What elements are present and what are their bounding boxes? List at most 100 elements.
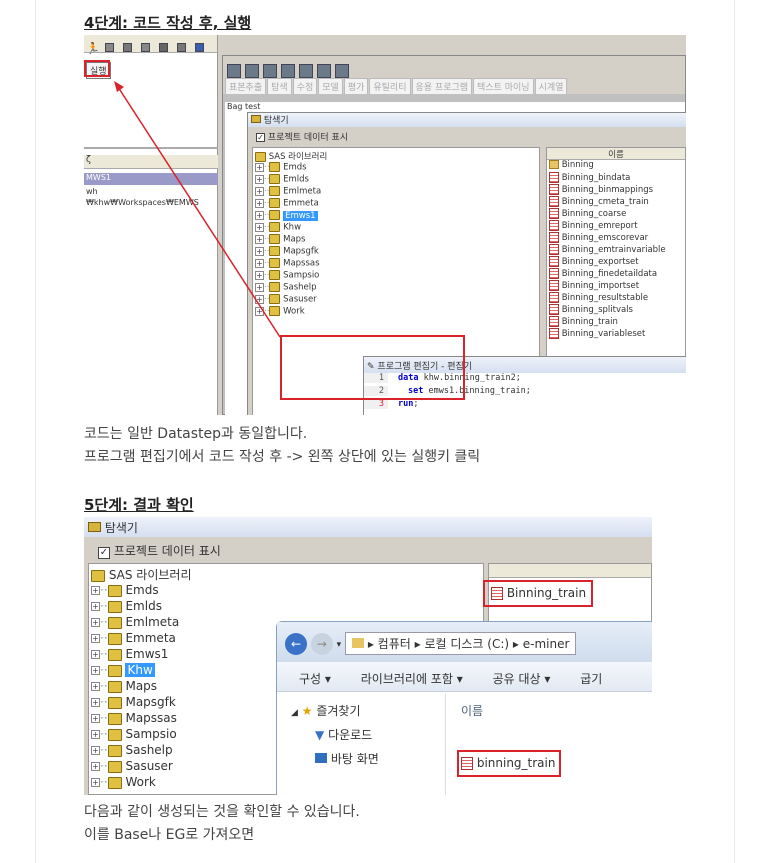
expand-icon[interactable]: + <box>91 634 100 643</box>
expand-icon[interactable]: + <box>91 746 100 755</box>
nav-favorites[interactable]: ◢ ★ 즐겨찾기 <box>291 702 423 719</box>
address-bar-row: ← → ▾ ▸ 컴퓨터 ▸ 로컬 디스크 (C:) ▸ e-miner <box>277 622 652 662</box>
file-explorer-window: ← → ▾ ▸ 컴퓨터 ▸ 로컬 디스크 (C:) ▸ e-miner 구성 ▾… <box>276 621 652 795</box>
tree-line: ·· <box>100 615 108 629</box>
forward-icon[interactable]: → <box>310 632 333 655</box>
library-icon <box>107 664 122 677</box>
step4-screenshot: 🏃 실행 ζ MWS1 wh ₩khw₩Workspaces₩EMWS 표본추출… <box>84 35 686 415</box>
explorer-icon <box>88 522 101 532</box>
tree-line: ·· <box>100 647 108 661</box>
library-icon <box>107 744 122 757</box>
expand-icon[interactable]: + <box>91 650 100 659</box>
expand-icon[interactable]: + <box>91 730 100 739</box>
library-label: Mapssas <box>125 711 177 725</box>
explorer-toolbar: 구성 ▾ 라이브러리에 포함 ▾ 공유 대상 ▾ 굽기 <box>277 662 652 692</box>
library-label: Maps <box>125 679 158 693</box>
pane-divider <box>445 694 446 795</box>
folder-icon <box>352 638 365 648</box>
name-column-header[interactable] <box>489 564 651 578</box>
nav-downloads[interactable]: ▼ 다운로드 <box>291 726 423 743</box>
text2-line1: 다음과 같이 생성되는 것을 확인할 수 있습니다. <box>84 804 360 820</box>
history-dropdown-icon[interactable]: ▾ <box>337 640 342 650</box>
explorer-title: 탐색기 <box>104 521 138 535</box>
expand-icon[interactable]: + <box>91 602 100 611</box>
library-icon <box>107 632 122 645</box>
burn-button[interactable]: 굽기 <box>580 672 602 686</box>
arrow-line <box>117 86 281 338</box>
library-icon <box>107 696 122 709</box>
expand-icon[interactable]: + <box>91 666 100 675</box>
library-label: Sampsio <box>125 727 177 741</box>
arrow-annotation <box>114 81 281 338</box>
tree-line: ·· <box>100 631 108 645</box>
expand-icon[interactable]: + <box>91 698 100 707</box>
result-highlight-box <box>483 580 593 607</box>
text1-line1: 코드는 일반 Datastep과 동일합니다. <box>84 426 308 442</box>
breadcrumb-folder[interactable]: e-miner <box>523 637 570 651</box>
library-root-icon <box>91 569 105 582</box>
library-root-label: SAS 라이브러리 <box>108 568 192 582</box>
tree-line: ·· <box>100 663 108 677</box>
library-label: Sashelp <box>125 743 173 757</box>
nav-favorites-label: 즐겨찾기 <box>316 704 361 718</box>
text1-line2: 프로그램 편집기에서 코드 작성 후 -> 왼쪽 상단에 있는 실행키 클릭 <box>84 449 481 465</box>
library-label: Khw <box>125 663 155 677</box>
tree-line: ·· <box>100 599 108 613</box>
tree-line: ·· <box>100 695 108 709</box>
library-icon <box>107 616 122 629</box>
library-icon <box>107 712 122 725</box>
library-label: Emlmeta <box>125 615 180 629</box>
file-column-header[interactable]: 이름 <box>461 702 483 719</box>
nav-downloads-label: 다운로드 <box>328 728 373 742</box>
back-icon[interactable]: ← <box>285 632 307 655</box>
library-icon <box>107 648 122 661</box>
star-icon: ★ <box>301 704 313 718</box>
tree-line: ·· <box>100 727 108 741</box>
include-library-button[interactable]: 라이브러리에 포함 ▾ <box>361 672 463 686</box>
expand-icon[interactable]: + <box>91 682 100 691</box>
step5-screenshot: 탐색기 ✓ 프로젝트 데이터 표시 SAS 라이브러리 +·· Emds +·· … <box>84 517 652 795</box>
tree-line: ·· <box>100 775 108 789</box>
expand-icon[interactable]: + <box>91 618 100 627</box>
show-project-checkbox[interactable]: ✓ <box>98 547 110 559</box>
step5-heading: 5단계: 결과 확인 <box>84 496 194 514</box>
expand-icon[interactable]: ◢ <box>291 708 298 718</box>
library-icon <box>107 680 122 693</box>
library-icon <box>107 776 122 789</box>
organize-button[interactable]: 구성 ▾ <box>299 672 331 686</box>
breadcrumb-computer[interactable]: 컴퓨터 <box>378 637 411 651</box>
library-label: Sasuser <box>125 759 173 773</box>
show-project-label: 프로젝트 데이터 표시 <box>113 544 221 558</box>
library-root[interactable]: SAS 라이브러리 <box>91 566 481 583</box>
library-icon <box>107 760 122 773</box>
text2-line2: 이를 Base나 EG로 가져오면 <box>84 827 255 843</box>
expand-icon[interactable]: + <box>91 586 100 595</box>
tree-line: ·· <box>100 759 108 773</box>
download-icon: ▼ <box>315 728 325 742</box>
nav-desktop-label: 바탕 화면 <box>330 752 379 766</box>
tree-line: ·· <box>100 679 108 693</box>
library-icon <box>107 584 122 597</box>
library-item[interactable]: +·· Emlds <box>91 599 481 615</box>
nav-desktop[interactable]: 바탕 화면 <box>291 750 423 767</box>
show-project-row: ✓ 프로젝트 데이터 표시 <box>84 537 652 561</box>
library-label: Emds <box>125 583 159 597</box>
library-label: Mapsgfk <box>125 695 176 709</box>
breadcrumb-disk[interactable]: 로컬 디스크 (C:) <box>424 637 509 651</box>
library-label: Emmeta <box>125 631 176 645</box>
tree-line: ·· <box>100 711 108 725</box>
address-bar[interactable]: ▸ 컴퓨터 ▸ 로컬 디스크 (C:) ▸ e-miner <box>345 632 577 655</box>
library-item[interactable]: +·· Emds <box>91 583 481 599</box>
step4-heading: 4단계: 코드 작성 후, 실행 <box>84 14 252 32</box>
library-icon <box>107 728 122 741</box>
expand-icon[interactable]: + <box>91 714 100 723</box>
explorer-titlebar: 탐색기 <box>84 517 652 537</box>
expand-icon[interactable]: + <box>91 778 100 787</box>
share-with-button[interactable]: 공유 대상 ▾ <box>493 672 551 686</box>
expand-icon[interactable]: + <box>91 762 100 771</box>
desktop-icon <box>315 753 327 763</box>
arrow-head <box>114 81 124 92</box>
library-label: Emlds <box>125 599 162 613</box>
library-icon <box>107 600 122 613</box>
library-label: Work <box>125 775 156 789</box>
